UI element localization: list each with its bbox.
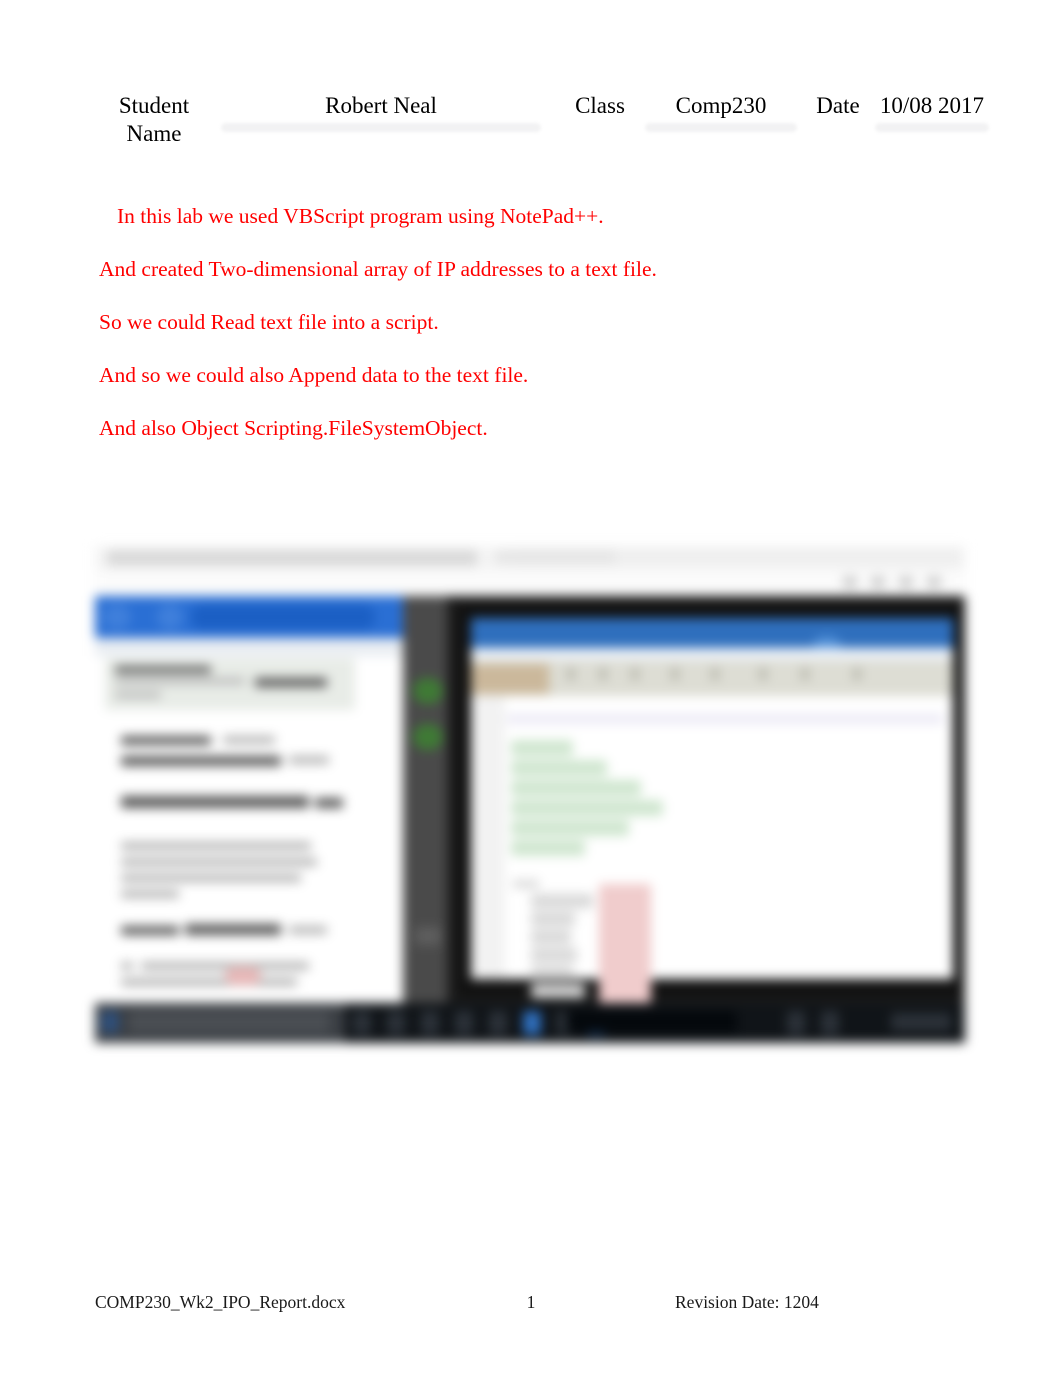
- embedded-screenshot: [95, 546, 965, 1043]
- body-paragraph: In this lab we used VBScript program usi…: [117, 204, 604, 228]
- editor-highlight-band: [507, 714, 943, 724]
- left-window-subbar: [95, 638, 403, 656]
- left-document-window: [95, 596, 403, 1003]
- date-label: Date: [816, 93, 860, 118]
- right-window-frame: [457, 604, 961, 1008]
- footer-revision: Revision Date: 1204: [675, 1292, 819, 1312]
- embedded-screenshot-content: [95, 546, 965, 1043]
- ribbon-highlight: [191, 605, 375, 629]
- browser-tab-secondary: [495, 550, 615, 564]
- right-window-canvas: [471, 696, 953, 1008]
- taskbar-search-box: [129, 1011, 329, 1033]
- taskbar-left-region: [95, 1003, 345, 1043]
- student-name-label: Student Name: [118, 93, 190, 146]
- browser-toolbar-row: [95, 570, 965, 596]
- right-window-titlebar: [471, 618, 953, 658]
- date-value: 10/08 2017: [879, 93, 985, 118]
- left-window-ribbon: [95, 596, 403, 638]
- body-paragraph: And so we could also Append data to the …: [99, 363, 529, 387]
- class-underline: [645, 123, 797, 132]
- left-page-marker: [225, 967, 261, 985]
- taskbar-system-tray: [891, 1013, 951, 1031]
- start-button-icon: [101, 1011, 119, 1033]
- body-paragraph: And also Object Scripting.FileSystemObje…: [99, 416, 488, 440]
- class-value: Comp230: [675, 93, 767, 118]
- chrome-button-icon: [899, 576, 913, 588]
- right-window-toolbar: [471, 660, 953, 696]
- student-name-value: Robert Neal: [325, 93, 437, 118]
- toolbar-group: [471, 664, 549, 694]
- left-window-page: [101, 710, 385, 991]
- body-paragraph: So we could Read text file into a script…: [99, 310, 439, 334]
- browser-tab: [107, 550, 477, 566]
- footer-page-number: 1: [526, 1292, 536, 1312]
- strip-icon: [415, 927, 441, 945]
- green-status-icon: [413, 724, 443, 750]
- right-window-menubar: [471, 648, 953, 660]
- date-field[interactable]: 10/08 2017: [875, 92, 989, 132]
- document-body: In this lab we used VBScript program usi…: [99, 203, 929, 468]
- editor-line-gutter: [471, 696, 505, 979]
- right-editor-window: [447, 596, 965, 1008]
- student-name-underline: [221, 123, 541, 132]
- left-window-panel: [105, 658, 355, 710]
- document-header: Student Name Robert Neal Class Comp230 D…: [95, 92, 989, 148]
- body-paragraph: And created Two-dimensional array of IP …: [99, 257, 657, 281]
- ribbon-icon: [157, 604, 183, 630]
- class-field[interactable]: Comp230: [645, 92, 797, 132]
- date-underline: [875, 123, 989, 132]
- chrome-button-icon: [843, 576, 857, 588]
- browser-chrome-bar: [95, 546, 965, 571]
- taskbar-window-group: [567, 1011, 737, 1033]
- windows-taskbar: [95, 1003, 965, 1043]
- document-page: Student Name Robert Neal Class Comp230 D…: [0, 0, 1062, 1377]
- chrome-button-icon: [871, 576, 885, 588]
- chrome-button-icon: [927, 576, 941, 588]
- class-label: Class: [575, 93, 625, 118]
- ribbon-icon: [103, 604, 131, 630]
- green-status-icon: [413, 678, 443, 704]
- student-name-field[interactable]: Robert Neal: [221, 92, 541, 132]
- document-footer: COMP230_Wk2_IPO_Report.docx 1 Revision D…: [95, 1290, 967, 1318]
